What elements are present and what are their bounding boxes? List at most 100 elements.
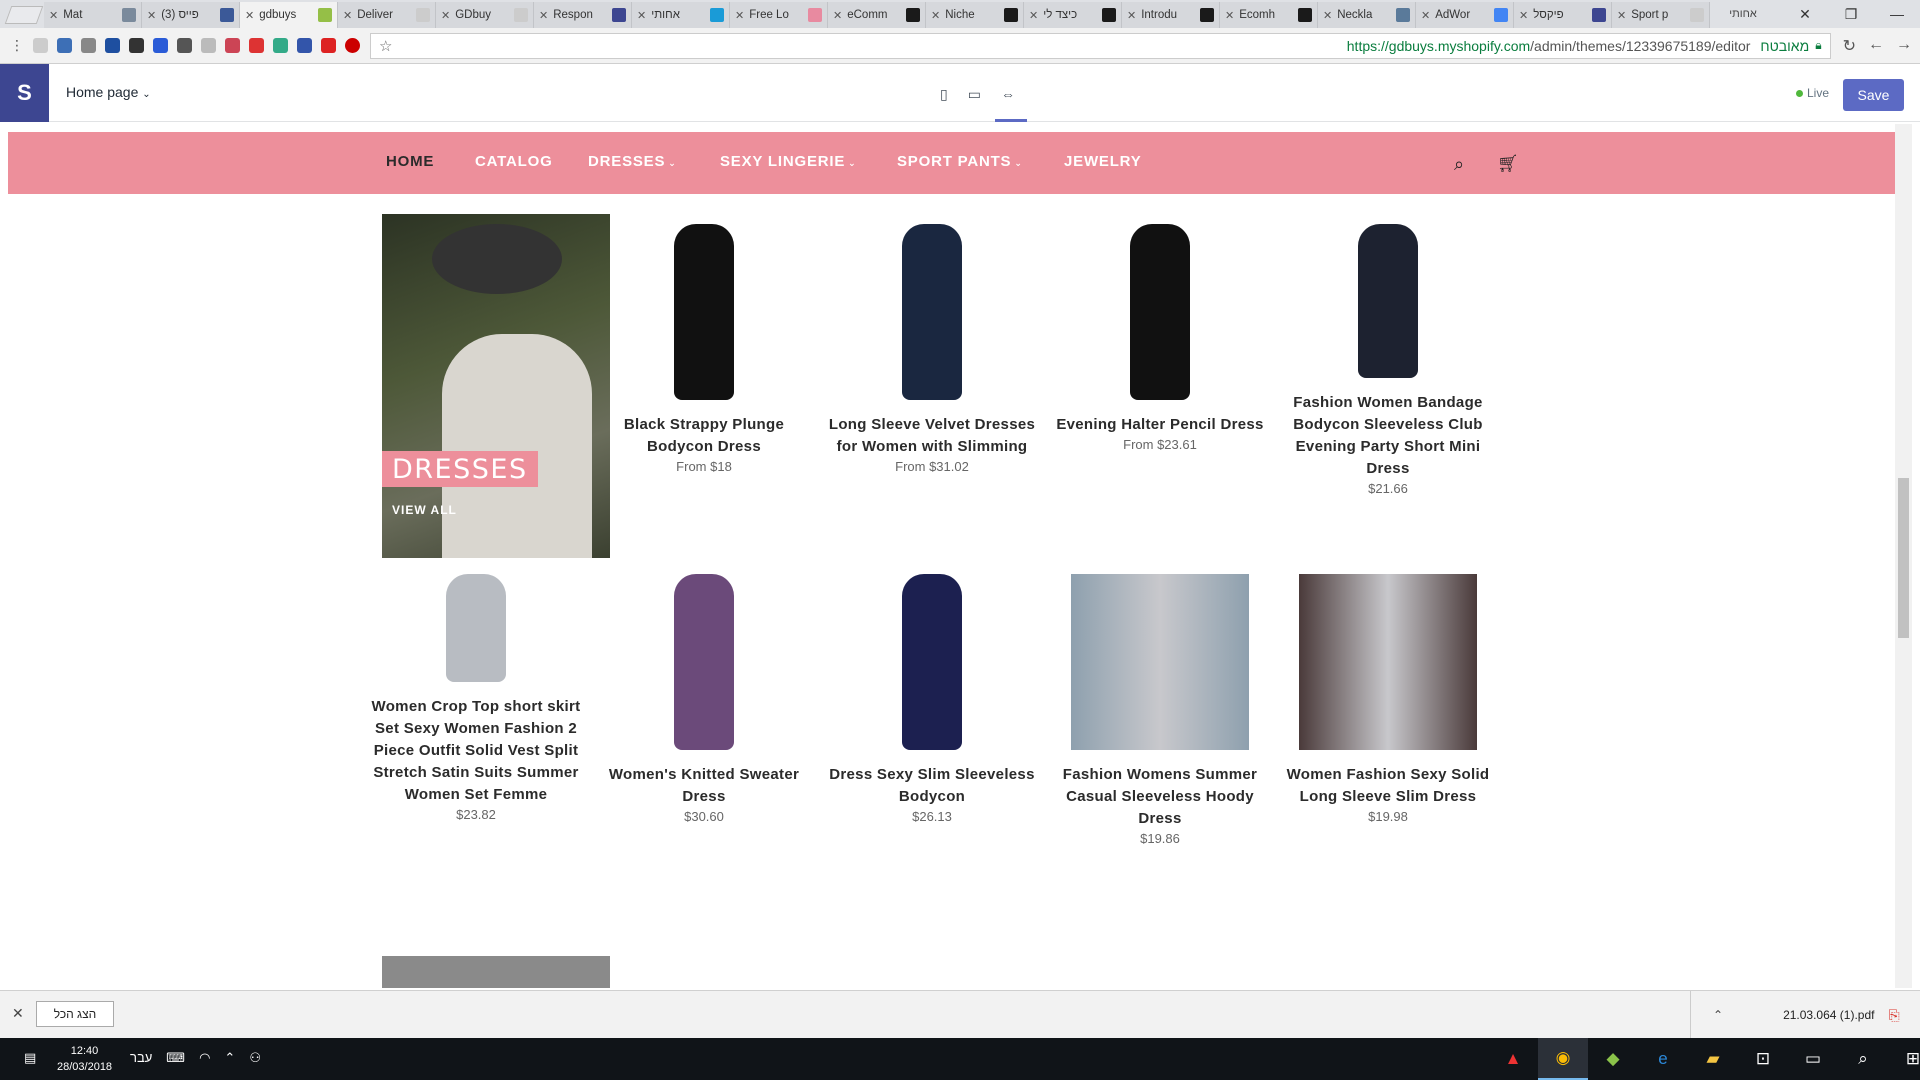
tab-6[interactable]: ✕ אחותי <box>632 2 730 28</box>
fullscreen-view-icon[interactable]: ⇔ <box>1001 86 1015 103</box>
product-image[interactable] <box>659 574 749 750</box>
edge-icon[interactable]: e <box>1638 1038 1688 1080</box>
close-tab-icon[interactable]: ✕ <box>1029 9 1038 22</box>
product-card[interactable]: Evening Halter Pencil Dress From $23.61 <box>1054 224 1266 452</box>
window-restore-button[interactable]: ❐ <box>1828 6 1874 23</box>
window-minimize-button[interactable]: — <box>1874 6 1920 22</box>
product-card[interactable]: Women's Knitted Sweater Dress $30.60 <box>598 574 810 824</box>
nav-item-dresses[interactable]: DRESSES ⌄ <box>588 153 677 170</box>
app-icon[interactable]: ◆ <box>1588 1038 1638 1080</box>
nav-item-catalog[interactable]: CATALOG <box>475 153 553 170</box>
close-tab-icon[interactable]: ✕ <box>931 9 940 22</box>
chevron-up-icon[interactable]: ⌃ <box>1713 1008 1723 1022</box>
forward-icon[interactable]: → <box>1896 36 1912 56</box>
close-tab-icon[interactable]: ✕ <box>1127 9 1136 22</box>
product-image[interactable] <box>1130 224 1190 400</box>
close-tab-icon[interactable]: ✕ <box>1323 9 1332 22</box>
extension-icon[interactable] <box>57 38 72 53</box>
chevron-up-icon[interactable]: ⌃ <box>224 1050 235 1066</box>
language-indicator[interactable]: עבר <box>130 1050 152 1066</box>
tab-4[interactable]: ✕ GDbuy <box>436 2 534 28</box>
product-card[interactable]: Fashion Womens Summer Casual Sleeveless … <box>1054 574 1266 846</box>
extension-icon[interactable] <box>81 38 96 53</box>
window-close-button[interactable]: ✕ <box>1782 6 1828 23</box>
people-icon[interactable]: ⚇ <box>249 1050 261 1066</box>
extension-icon[interactable] <box>297 38 312 53</box>
view-all-link[interactable]: VIEW ALL <box>392 503 457 517</box>
show-all-downloads-button[interactable]: הצג הכל <box>36 1001 114 1027</box>
close-tab-icon[interactable]: ✕ <box>1519 9 1528 22</box>
menu-icon[interactable]: ⋮ <box>10 37 24 54</box>
extension-icon[interactable] <box>321 38 336 53</box>
nav-item-sport-pants[interactable]: SPORT PANTS ⌄ <box>897 153 1023 170</box>
download-item[interactable]: ⌃ 21.03.064 (1).pdf ⎘ <box>1690 991 1920 1039</box>
desktop-view-icon[interactable]: ▭ <box>968 86 981 103</box>
page-selector[interactable]: Home page ⌄ <box>66 84 151 100</box>
reload-icon[interactable]: ↻ <box>1843 36 1856 56</box>
tab-9[interactable]: ✕ Niche <box>926 2 1024 28</box>
product-title[interactable]: Women Crop Top short skirt Set Sexy Wome… <box>370 696 582 806</box>
product-title[interactable]: Evening Halter Pencil Dress <box>1054 414 1266 436</box>
cart-icon[interactable]: 🛒︎ <box>1497 154 1519 174</box>
secure-label[interactable]: מאובטח <box>1760 38 1809 54</box>
back-icon[interactable]: ← <box>1868 36 1884 56</box>
product-title[interactable]: Black Strappy Plunge Bodycon Dress <box>598 414 810 458</box>
product-title[interactable]: Women Fashion Sexy Solid Long Sleeve Sli… <box>1282 764 1494 808</box>
chrome-icon[interactable]: ◉ <box>1538 1038 1588 1080</box>
profile-label[interactable]: אחותי <box>1704 0 1782 28</box>
product-image[interactable] <box>1353 224 1423 378</box>
product-title[interactable]: Long Sleeve Velvet Dresses for Women wit… <box>826 414 1038 458</box>
tab-13[interactable]: ✕ Neckla <box>1318 2 1416 28</box>
extension-icon[interactable] <box>33 38 48 53</box>
product-card[interactable]: Black Strappy Plunge Bodycon Dress From $… <box>598 224 810 474</box>
tab-12[interactable]: ✕ Ecomh <box>1220 2 1318 28</box>
tab-2[interactable]: ✕ gdbuys <box>240 2 338 28</box>
close-tab-icon[interactable]: ✕ <box>343 9 352 22</box>
product-card[interactable]: Women Fashion Sexy Solid Long Sleeve Sli… <box>1282 574 1494 824</box>
tab-8[interactable]: ✕ eComm <box>828 2 926 28</box>
address-bar[interactable]: ☆ https://gdbuys.myshopify.com/admin/the… <box>370 32 1831 59</box>
close-tab-icon[interactable]: ✕ <box>1421 9 1430 22</box>
close-tab-icon[interactable]: ✕ <box>833 9 842 22</box>
product-title[interactable]: Fashion Womens Summer Casual Sleeveless … <box>1054 764 1266 830</box>
tab-3[interactable]: ✕ Deliver <box>338 2 436 28</box>
tab-11[interactable]: ✕ Introdu <box>1122 2 1220 28</box>
keyboard-icon[interactable]: ⌨ <box>166 1050 185 1066</box>
extension-icon[interactable] <box>105 38 120 53</box>
search-icon[interactable]: ⌕ <box>1454 154 1464 175</box>
wifi-icon[interactable]: ◠ <box>199 1050 210 1066</box>
product-title[interactable]: Women's Knitted Sweater Dress <box>598 764 810 808</box>
close-tab-icon[interactable]: ✕ <box>637 9 646 22</box>
shopify-logo-icon[interactable]: S <box>0 64 49 122</box>
collection-card-next[interactable] <box>382 956 610 988</box>
close-tab-icon[interactable]: ✕ <box>49 9 58 22</box>
tab-15[interactable]: ✕ פיקסל <box>1514 2 1612 28</box>
acrobat-icon[interactable]: ▲ <box>1488 1038 1538 1080</box>
mobile-view-icon[interactable]: ▯ <box>940 86 948 103</box>
new-tab-button[interactable] <box>4 6 44 24</box>
save-button[interactable]: Save <box>1843 79 1904 111</box>
tab-5[interactable]: ✕ Respon <box>534 2 632 28</box>
url-text[interactable]: https://gdbuys.myshopify.com/admin/theme… <box>1347 38 1751 54</box>
bookmark-star-icon[interactable]: ☆ <box>379 37 392 55</box>
extension-icon[interactable] <box>201 38 216 53</box>
search-icon[interactable]: ⌕ <box>1838 1038 1888 1080</box>
nav-item-home[interactable]: HOME <box>386 153 434 170</box>
extension-icon[interactable] <box>273 38 288 53</box>
product-card[interactable]: Long Sleeve Velvet Dresses for Women wit… <box>826 224 1038 474</box>
product-image[interactable] <box>669 224 739 400</box>
close-tab-icon[interactable]: ✕ <box>1617 9 1626 22</box>
extension-icon[interactable] <box>153 38 168 53</box>
tab-16[interactable]: ✕ Sport p <box>1612 2 1710 28</box>
clock[interactable]: 12:40 28/03/2018 <box>57 1043 112 1075</box>
scrollbar-thumb[interactable] <box>1898 478 1909 638</box>
file-explorer-icon[interactable]: ▰ <box>1688 1038 1738 1080</box>
close-tab-icon[interactable]: ✕ <box>1225 9 1234 22</box>
adblock-icon[interactable] <box>345 38 360 53</box>
product-image[interactable] <box>902 574 962 750</box>
collection-card-dresses[interactable]: DRESSES VIEW ALL <box>382 214 610 558</box>
close-tab-icon[interactable]: ✕ <box>539 9 548 22</box>
close-tab-icon[interactable]: ✕ <box>245 9 254 22</box>
extension-icon[interactable] <box>225 38 240 53</box>
nav-item-sexy-lingerie[interactable]: SEXY LINGERIE ⌄ <box>720 153 857 170</box>
